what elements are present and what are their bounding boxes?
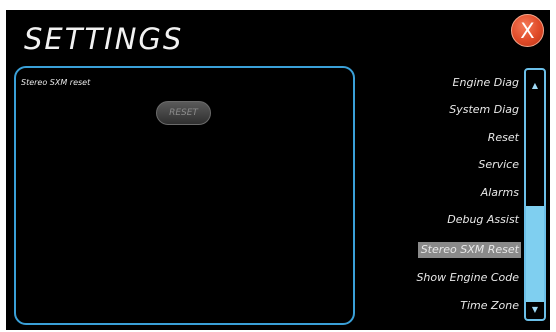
close-icon: X [520,18,535,43]
panel-title: Stereo SXM reset [21,78,91,87]
close-button[interactable]: X [511,14,544,47]
menu-item-system-diag[interactable]: System Diag [449,102,519,118]
menu-item-alarms[interactable]: Alarms [481,185,519,201]
menu-item-stereo-sxm-reset[interactable]: Stereo SXM Reset [417,242,521,258]
menu-item-debug-assist[interactable]: Debug Assist [447,212,519,228]
menu-item-time-zone[interactable]: Time Zone [460,298,519,314]
menu-item-show-engine-code[interactable]: Show Engine Code [416,270,519,286]
chevron-down-icon[interactable]: ▼ [531,306,539,314]
menu-item-service[interactable]: Service [478,157,519,173]
menu-item-engine-diag[interactable]: Engine Diag [453,75,519,91]
menu-scrollbar[interactable]: ▲ ▼ [524,68,546,321]
page-title: SETTINGS [24,22,184,56]
settings-screen: SETTINGS X Stereo SXM reset RESET Engine… [6,10,550,330]
menu-item-reset[interactable]: Reset [488,130,519,146]
reset-button[interactable]: RESET [156,101,211,125]
content-panel: Stereo SXM reset RESET [14,66,355,325]
chevron-up-icon[interactable]: ▲ [531,82,539,90]
scroll-thumb[interactable] [526,206,544,302]
